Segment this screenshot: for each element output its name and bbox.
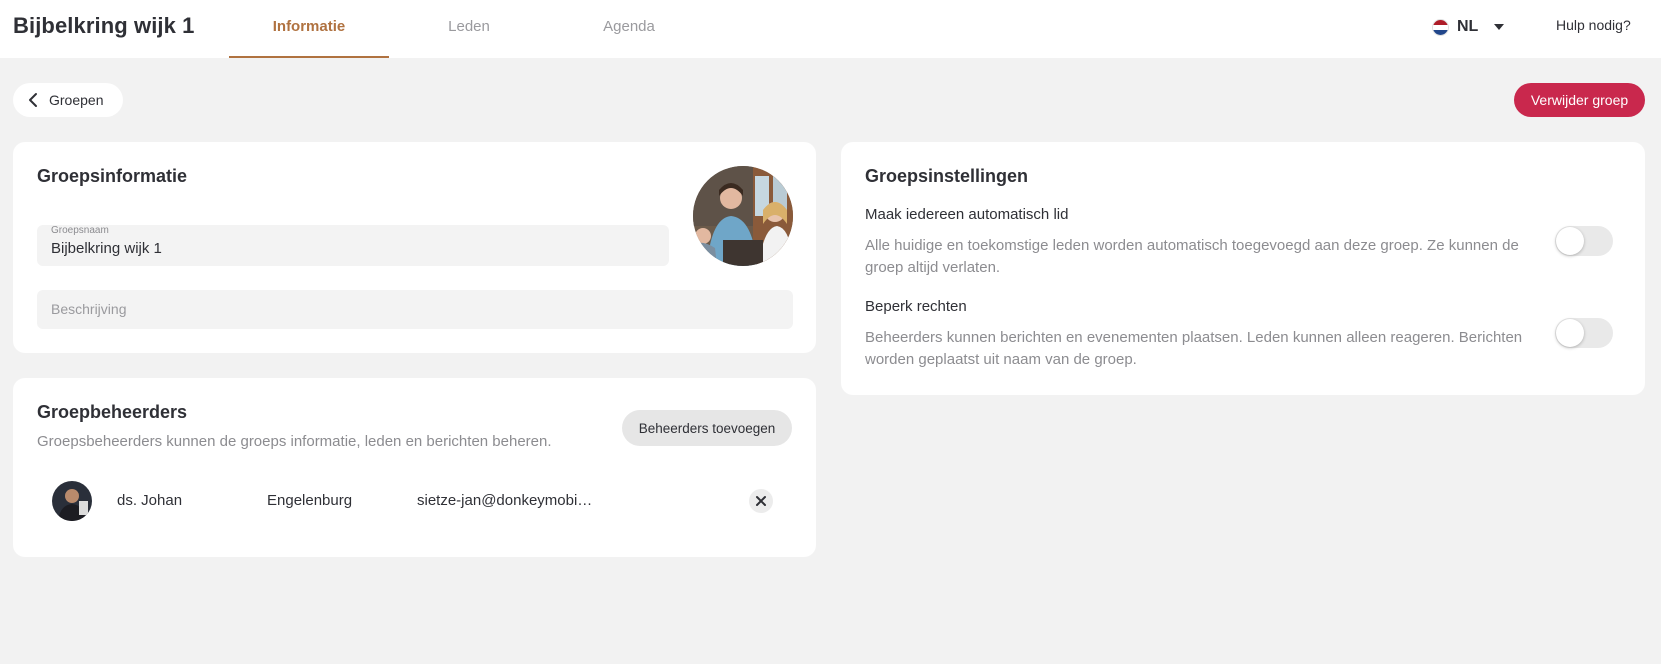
- page-title: Bijbelkring wijk 1: [13, 13, 195, 38]
- language-code: NL: [1457, 18, 1479, 35]
- group-name-value: Bijbelkring wijk 1: [51, 240, 162, 257]
- tab-label: Leden: [448, 17, 490, 35]
- group-name-label: Groepsnaam: [51, 225, 109, 236]
- admin-last-name: Engelenburg: [267, 492, 353, 509]
- tab-informatie[interactable]: Informatie: [229, 0, 389, 58]
- group-photo-image: [693, 166, 793, 266]
- admin-first-name: ds. Johan: [117, 492, 183, 509]
- chevron-down-icon: [1494, 24, 1505, 30]
- top-bar: Bijbelkring wijk 1 Informatie Leden Agen…: [0, 0, 1661, 58]
- language-selector[interactable]: NL: [1432, 15, 1505, 39]
- close-icon: [756, 496, 766, 506]
- avatar-image: [52, 481, 92, 521]
- auto-member-toggle[interactable]: [1555, 226, 1613, 256]
- restrict-rights-toggle[interactable]: [1555, 318, 1613, 348]
- group-photo[interactable]: [693, 166, 793, 266]
- toggle-knob: [1556, 319, 1584, 347]
- admin-email: sietze-jan@donkeymobi…: [417, 492, 593, 509]
- back-button-label: Groepen: [49, 92, 104, 108]
- setting-auto-member-description: Alle huidige en toekomstige leden worden…: [865, 237, 1519, 276]
- back-button[interactable]: Groepen: [13, 83, 123, 117]
- delete-group-button[interactable]: Verwijder groep: [1514, 83, 1645, 117]
- tab-agenda[interactable]: Agenda: [549, 0, 709, 58]
- group-info-title: Groepsinformatie: [37, 166, 188, 186]
- table-row: ds. Johan Engelenburg sietze-jan@donkeym…: [36, 476, 780, 526]
- tab-leden[interactable]: Leden: [389, 0, 549, 58]
- setting-auto-member-title: Maak iedereen automatisch lid: [865, 206, 1069, 223]
- group-name-field[interactable]: Groepsnaam Bijbelkring wijk 1: [37, 225, 669, 266]
- setting-restrict-rights-description: Beheerders kunnen berichten en evenement…: [865, 329, 1523, 368]
- group-admins-subtitle: Groepsbeheerders kunnen de groeps inform…: [37, 433, 552, 450]
- description-field[interactable]: Beschrijving: [37, 290, 793, 329]
- setting-restrict-rights-title: Beperk rechten: [865, 298, 967, 315]
- add-admins-button[interactable]: Beheerders toevoegen: [622, 410, 792, 446]
- toggle-knob: [1556, 227, 1584, 255]
- group-admins-title: Groepbeheerders: [37, 402, 188, 422]
- tab-label: Agenda: [603, 17, 655, 35]
- group-settings-title: Groepsinstellingen: [865, 166, 1029, 186]
- remove-admin-button[interactable]: [749, 489, 773, 513]
- avatar: [52, 481, 92, 521]
- netherlands-flag-icon: [1432, 18, 1449, 36]
- chevron-left-icon: [29, 93, 37, 107]
- help-link[interactable]: Hulp nodig?: [1556, 17, 1631, 33]
- tab-label: Informatie: [272, 17, 346, 35]
- description-placeholder: Beschrijving: [51, 301, 127, 317]
